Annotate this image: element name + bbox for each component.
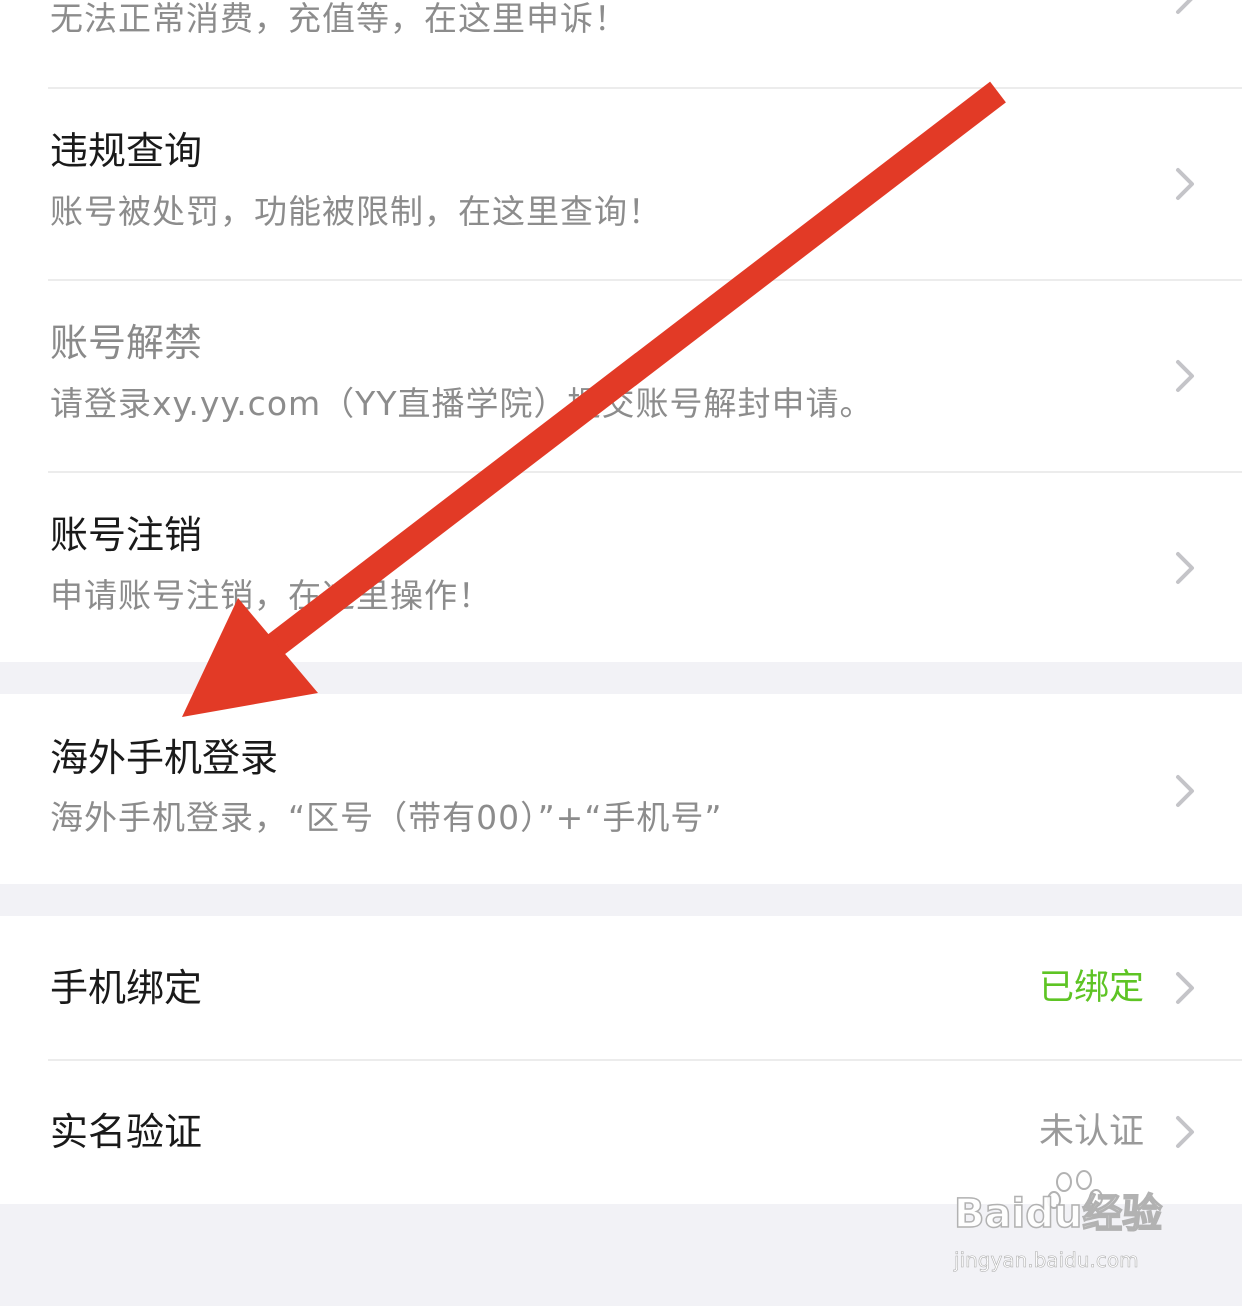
row-title: 海外手机登录 [50,736,279,780]
watermark-url: jingyan.baidu.com [954,1248,1139,1272]
row-title: 违规查询 [50,129,203,173]
settings-row-consumption-appeal[interactable]: 无法正常消费，充值等，在这里申诉！ [0,0,1242,88]
account-services-group: 无法正常消费，充值等，在这里申诉！ 违规查询 账号被处罚，功能被限制，在这里查询… [0,0,1242,662]
settings-row-account-deletion[interactable]: 账号注销 申请账号注销，在这里操作！ [0,473,1242,662]
settings-row-account-unban[interactable]: 账号解禁 请登录xy.yy.com（YY直播学院）提交账号解封申请。 [0,281,1242,471]
chevron-right-icon [1176,0,1193,14]
chevron-right-icon [1176,552,1194,584]
overseas-login-group: 海外手机登录 海外手机登录，“区号（带有00）”+“手机号” [0,694,1242,884]
verification-group: 手机绑定 已绑定 实名验证 未认证 [0,916,1242,1204]
row-title: 账号注销 [50,513,203,557]
baidu-jingyan-watermark: Baidu经验 jingyan.baidu.com [950,1168,1190,1288]
chevron-right-icon [1176,972,1194,1004]
chevron-right-icon [1176,775,1194,807]
row-subtitle: 账号被处罚，功能被限制，在这里查询！ [50,192,662,231]
verification-status: 未认证 [1038,1112,1144,1152]
chevron-right-icon [1176,168,1194,200]
row-subtitle: 请登录xy.yy.com（YY直播学院）提交账号解封申请。 [50,384,874,423]
watermark-brand: Baidu经验 [953,1191,1163,1237]
phone-bound-status: 已绑定 [1038,968,1144,1008]
row-title: 实名验证 [50,1110,203,1154]
settings-row-phone-binding[interactable]: 手机绑定 已绑定 [0,916,1242,1059]
row-title: 账号解禁 [50,321,203,365]
row-subtitle: 申请账号注销，在这里操作！ [50,576,492,615]
settings-screen: 无法正常消费，充值等，在这里申诉！ 违规查询 账号被处罚，功能被限制，在这里查询… [0,0,1242,1306]
settings-row-violation-query[interactable]: 违规查询 账号被处罚，功能被限制，在这里查询！ [0,89,1242,279]
row-title: 手机绑定 [50,966,203,1010]
settings-row-overseas-phone-login[interactable]: 海外手机登录 海外手机登录，“区号（带有00）”+“手机号” [0,694,1242,884]
chevron-right-icon [1176,1116,1194,1148]
row-subtitle: 海外手机登录，“区号（带有00）”+“手机号” [50,798,723,837]
row-subtitle: 无法正常消费，充值等，在这里申诉！ [50,0,628,38]
chevron-right-icon [1176,360,1194,392]
